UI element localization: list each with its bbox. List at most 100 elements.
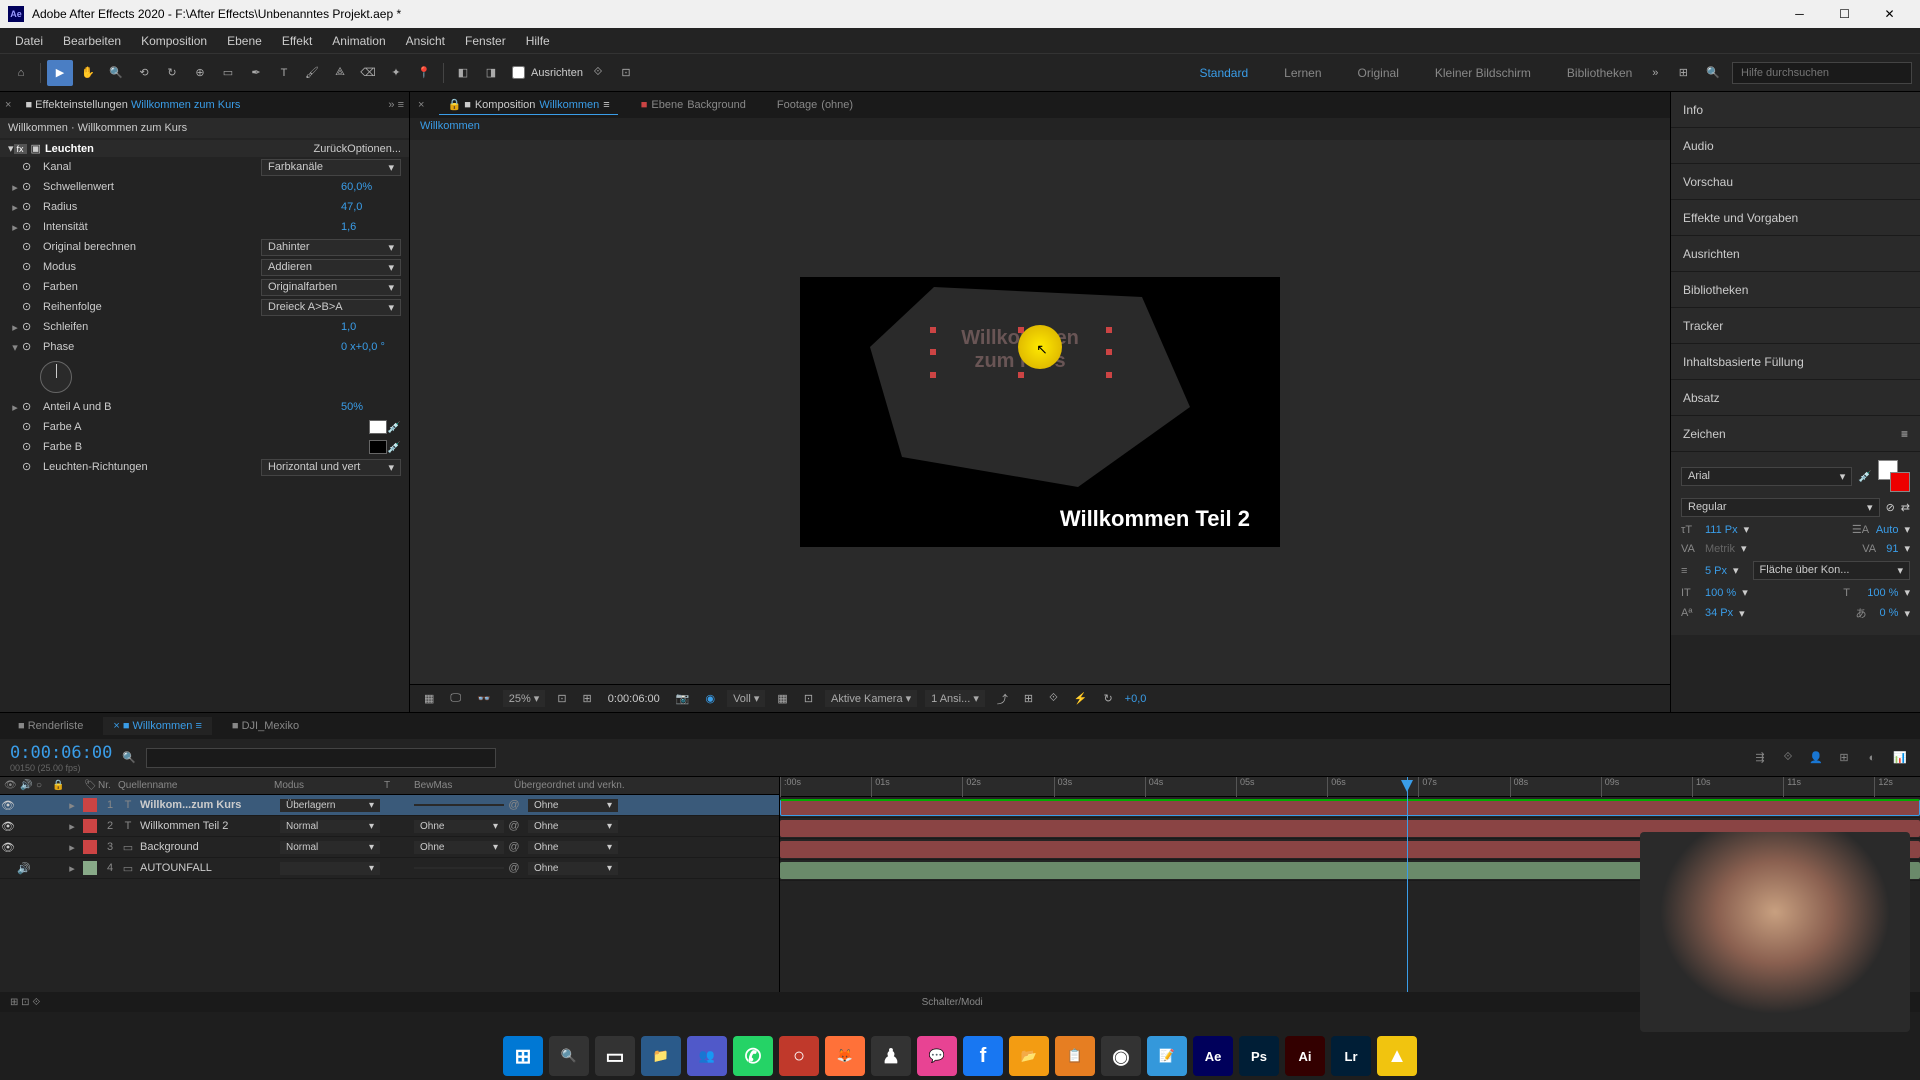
farbeA-swatch[interactable] [369, 420, 387, 434]
panel-tab-info[interactable]: Info [1671, 92, 1920, 128]
trkmat-dropdown[interactable] [414, 804, 504, 806]
eyedropper-b-icon[interactable]: 💉 [387, 441, 401, 454]
phase-dial[interactable] [40, 361, 72, 393]
font-dropdown[interactable]: Arial▾ [1681, 467, 1852, 486]
baseline-value[interactable]: 34 Px [1705, 607, 1733, 619]
layer-row[interactable]: 👁 ▸ 1 T Willkom...zum Kurs Überlagern▾ @… [0, 795, 779, 816]
track-row[interactable] [780, 797, 1920, 818]
timecode-display[interactable]: 0:00:06:00 [604, 691, 664, 707]
playhead[interactable] [1407, 777, 1408, 992]
panel-menu-icon[interactable]: » ≡ [388, 99, 404, 111]
shape-fill-icon[interactable]: ◧ [450, 60, 476, 86]
panel-close-icon[interactable]: × [5, 99, 11, 111]
comp-flowchart-icon[interactable]: ⇶ [1750, 748, 1770, 768]
hand-tool[interactable]: ✋ [75, 60, 101, 86]
comp-breadcrumb[interactable]: Willkommen [410, 118, 1670, 140]
menu-effekt[interactable]: Effekt [272, 30, 322, 52]
hscale-value[interactable]: 100 % [1867, 587, 1898, 599]
share-icon[interactable]: ⤴ [993, 689, 1012, 709]
farben-dropdown[interactable]: Originalfarben▾ [261, 279, 401, 296]
menu-fenster[interactable]: Fenster [455, 30, 516, 52]
anchor-tool[interactable]: ⊕ [187, 60, 213, 86]
reset-link[interactable]: Zurück [314, 143, 348, 155]
graph-icon[interactable]: 📊 [1890, 748, 1910, 768]
blend-mode-dropdown[interactable]: Normal▾ [280, 841, 380, 854]
vscale-value[interactable]: 100 % [1705, 587, 1736, 599]
radius-value[interactable]: 47,0 [341, 201, 401, 213]
swap-icon[interactable]: ⇄ [1901, 501, 1910, 514]
richtung-dropdown[interactable]: Horizontal und vert▾ [261, 459, 401, 476]
taskbar-ae-icon[interactable]: Ae [1193, 1036, 1233, 1076]
workspace-kleiner-bildschirm[interactable]: Kleiner Bildschirm [1427, 62, 1539, 84]
timeline-tab-dji_mexiko[interactable]: ■ DJI_Mexiko [222, 717, 309, 735]
parent-pickwhip-icon[interactable]: @ [504, 799, 524, 811]
layer-tab[interactable]: ■ Ebene Background [633, 96, 754, 114]
lock-col-icon[interactable]: 🔒 [48, 780, 64, 791]
taskbar-ai-icon[interactable]: Ai [1285, 1036, 1325, 1076]
res-dropdown[interactable]: Voll ▾ [727, 690, 765, 707]
stroke-value[interactable]: 5 Px [1705, 565, 1727, 577]
taskbar-facebook-icon[interactable]: f [963, 1036, 1003, 1076]
layer-label[interactable] [83, 819, 97, 833]
reihenfolge-dropdown[interactable]: Dreieck A>B>A▾ [261, 299, 401, 316]
kerning-value[interactable]: Metrik [1705, 543, 1735, 555]
options-link[interactable]: Optionen... [347, 143, 401, 155]
eyedropper-icon[interactable]: 💉 [1858, 470, 1872, 483]
layer-row[interactable]: 👁 ▸ 2 T Willkommen Teil 2 Normal▾ Ohne▾ … [0, 816, 779, 837]
res-auto-icon[interactable]: ⊡ [553, 690, 570, 707]
minimize-button[interactable]: ─ [1777, 0, 1822, 28]
views-dropdown[interactable]: 1 Ansi... ▾ [925, 690, 985, 707]
panel-tab-absatz[interactable]: Absatz [1671, 380, 1920, 416]
menu-ebene[interactable]: Ebene [217, 30, 272, 52]
workspace-bibliotheken[interactable]: Bibliotheken [1559, 62, 1640, 84]
rotate-tool[interactable]: ↻ [159, 60, 185, 86]
menu-hilfe[interactable]: Hilfe [516, 30, 560, 52]
blend-mode-dropdown[interactable]: Überlagern▾ [280, 799, 380, 812]
effect-title-row[interactable]: ▾ fx ▣ Leuchten Zurück Optionen... [0, 140, 409, 157]
pen-tool[interactable]: ✒ [243, 60, 269, 86]
workspace-original[interactable]: Original [1350, 62, 1407, 84]
panel-tab-effekte-und-vorgaben[interactable]: Effekte und Vorgaben [1671, 200, 1920, 236]
frame-blend-icon[interactable]: ⊞ [1834, 748, 1854, 768]
schwellenwert-value[interactable]: 60,0% [341, 181, 401, 193]
camera-dropdown[interactable]: Aktive Kamera ▾ [825, 690, 917, 707]
toggle-switches-icon[interactable]: ⊞ ⊡ ⟐ [10, 997, 40, 1008]
trkmat-dropdown[interactable]: Ohne▾ [414, 841, 504, 854]
taskbar-app3-icon[interactable]: 📋 [1055, 1036, 1095, 1076]
blend-mode-dropdown[interactable]: Normal▾ [280, 820, 380, 833]
transparent-icon[interactable]: ▦ [773, 690, 791, 707]
taskbar-messenger-icon[interactable]: 💬 [917, 1036, 957, 1076]
comp-canvas[interactable]: Willkommenzum Kurs Willkommen Teil 2 [800, 277, 1280, 547]
maximize-button[interactable]: ☐ [1822, 0, 1867, 28]
workspace-lernen[interactable]: Lernen [1276, 62, 1329, 84]
visibility-toggle[interactable]: 👁 [0, 820, 16, 833]
comp-tab[interactable]: 🔒 ■ Komposition Willkommen ≡ [439, 95, 617, 115]
viewer-close-icon[interactable]: × [418, 99, 424, 111]
close-button[interactable]: ✕ [1867, 0, 1912, 28]
leading-value[interactable]: Auto [1876, 524, 1899, 536]
zoom-dropdown[interactable]: 25% ▾ [503, 690, 546, 707]
workspace-gear-icon[interactable]: ⊞ [1670, 60, 1696, 86]
panel-tab-ausrichten[interactable]: Ausrichten [1671, 236, 1920, 272]
taskbar-teams-icon[interactable]: 👥 [687, 1036, 727, 1076]
taskbar-taskview-icon[interactable]: ▭ [595, 1036, 635, 1076]
layer-name[interactable]: Background [136, 841, 276, 853]
original-dropdown[interactable]: Dahinter▾ [261, 239, 401, 256]
modus-dropdown[interactable]: Addieren▾ [261, 259, 401, 276]
timeline-tab-willkommen[interactable]: × ■ Willkommen ≡ [103, 717, 212, 735]
nocolor-icon[interactable]: ⊘ [1886, 501, 1895, 514]
snap-opt1-icon[interactable]: ⟐ [585, 60, 611, 86]
parent-pickwhip-icon[interactable]: @ [504, 862, 524, 874]
eraser-tool[interactable]: ⌫ [355, 60, 381, 86]
viewer-canvas-area[interactable]: Willkommenzum Kurs Willkommen Teil 2 [410, 140, 1670, 684]
switches-mode-toggle[interactable]: Schalter/Modi [922, 997, 983, 1008]
motion-blur-icon[interactable]: ◐ [1862, 748, 1882, 768]
shy-icon[interactable]: 👤 [1806, 748, 1826, 768]
phase-value[interactable]: 0 x+0,0 ° [341, 341, 401, 353]
taskbar-app1-icon[interactable]: ○ [779, 1036, 819, 1076]
pixel-aspect-icon[interactable]: ⟐ [1045, 690, 1062, 707]
blend-mode-dropdown[interactable]: ▾ [280, 862, 380, 875]
timeline-timecode[interactable]: 0:00:06:00 [10, 743, 112, 763]
trkmat-dropdown[interactable]: Ohne▾ [414, 820, 504, 833]
panel-menu-icon[interactable]: ≡ [1901, 427, 1908, 441]
